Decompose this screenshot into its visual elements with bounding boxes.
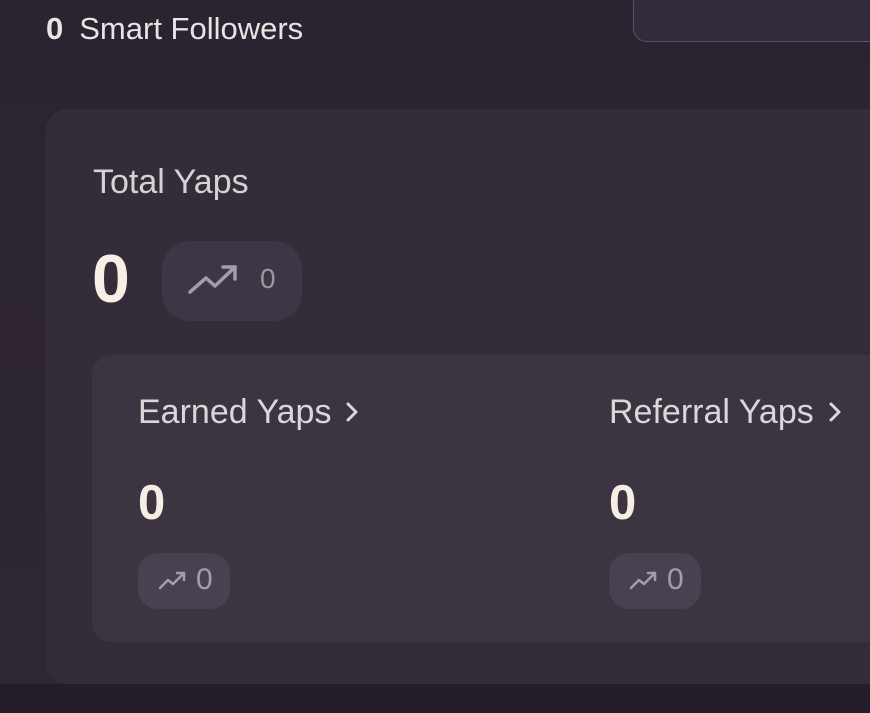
earned-yaps-label: Earned Yaps [138,393,332,431]
chevron-right-icon [345,393,359,432]
smart-followers-label: Smart Followers [79,11,304,46]
top-card-partial [633,0,870,42]
referral-yaps-trend-pill: 0 [609,553,701,609]
total-yaps-value: 0 [92,241,130,317]
referral-yaps-link[interactable]: Referral Yaps [609,393,842,432]
earned-yaps-value: 0 [138,476,166,530]
total-yaps-trend-pill: 0 [162,241,302,321]
trend-up-icon [186,261,242,302]
earned-yaps-trend-value: 0 [196,563,213,596]
total-yaps-trend-value: 0 [260,263,276,294]
bottom-strip [0,684,870,713]
smart-followers: 0 Smart Followers [46,10,303,48]
total-yaps-card: Total Yaps 0 0 Earned Yaps 0 0 Referral … [46,109,870,684]
earned-yaps-trend-pill: 0 [138,553,230,609]
smart-followers-count: 0 [46,11,64,46]
trend-up-icon [158,569,188,596]
referral-yaps-value: 0 [609,476,637,530]
referral-yaps-label: Referral Yaps [609,393,814,431]
earned-yaps-link[interactable]: Earned Yaps [138,393,359,432]
trend-up-icon [629,569,659,596]
yaps-breakdown-card: Earned Yaps 0 0 Referral Yaps 0 0 [92,355,870,642]
total-yaps-label: Total Yaps [93,163,249,201]
referral-yaps-trend-value: 0 [667,563,684,596]
chevron-right-icon [828,393,842,432]
